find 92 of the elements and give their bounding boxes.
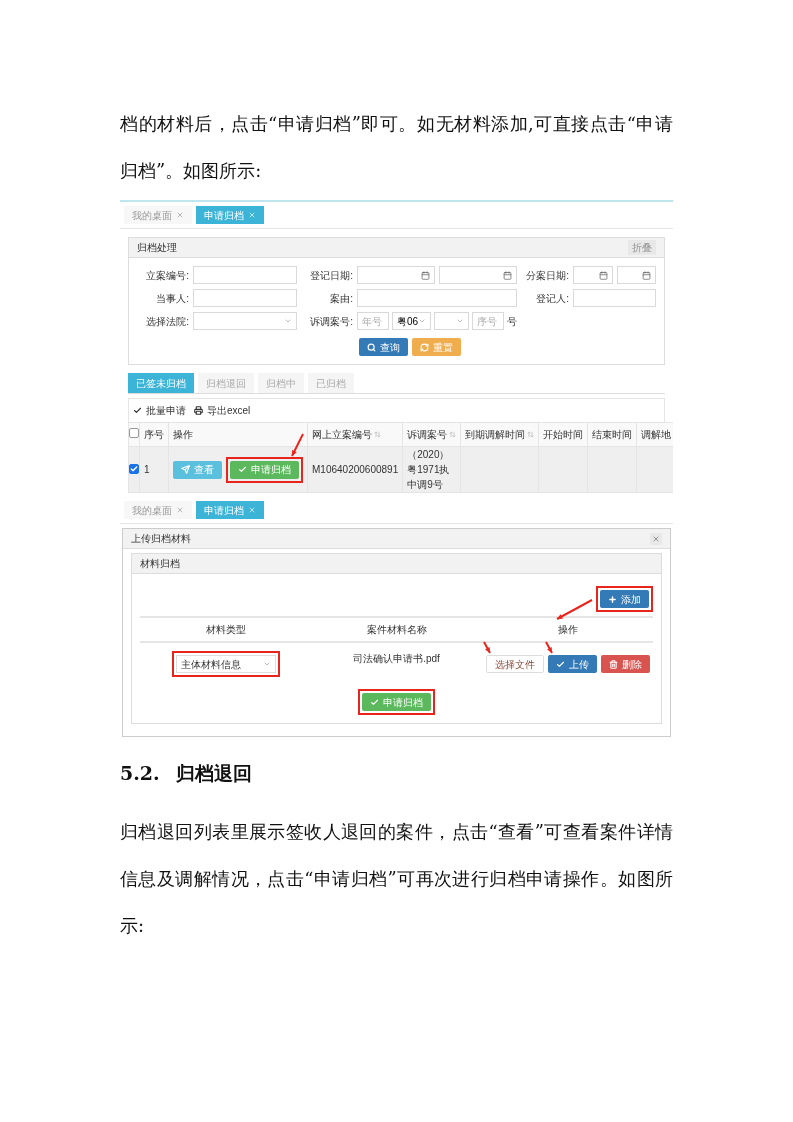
text-field[interactable]: 年号 — [357, 312, 389, 330]
dropdown-icon — [284, 317, 292, 325]
trash-icon — [608, 659, 618, 669]
dropdown-icon — [262, 660, 271, 668]
add-button[interactable]: 添加 — [600, 590, 649, 608]
column-header: 案件材料名称 — [365, 623, 428, 637]
section-title: 归档退回 — [175, 761, 252, 786]
collapse-button[interactable]: 折叠 — [628, 240, 656, 255]
sort-icon[interactable] — [374, 431, 381, 438]
text-field[interactable] — [357, 289, 517, 307]
printer-icon — [194, 406, 203, 415]
toolbar-button[interactable]: 批量申请 — [133, 403, 186, 418]
file-name: 司法确认申请书.pdf — [352, 652, 441, 666]
sort-icon[interactable] — [449, 431, 457, 438]
dropdown-icon — [456, 317, 464, 325]
field-label: 分案日期: — [525, 268, 569, 283]
field-suffix: 号 — [507, 314, 517, 329]
apply-button[interactable]: 申请归档 — [230, 460, 299, 479]
plus-icon — [608, 594, 617, 604]
sort-icon[interactable] — [527, 431, 535, 438]
check-icon — [238, 465, 247, 474]
annotation-arrow — [556, 599, 593, 620]
tab[interactable]: 我的桌面 — [124, 501, 192, 519]
calendar-icon — [503, 270, 512, 280]
field-label: 立案编号: — [145, 268, 189, 283]
choose-file-button[interactable]: 选择文件 — [485, 655, 544, 673]
select-field[interactable] — [193, 312, 297, 330]
paragraph: 归档退回列表里展示签收人退回的案件，点击“查看”可查看案件详情信息及调解情况，点击“申请归档”可再次进行归档申请操作。如图所示: — [120, 819, 673, 938]
select-field[interactable]: 主体材料信息 — [175, 655, 276, 673]
upload-button[interactable]: 上传 — [547, 655, 597, 673]
field-label: 案由: — [329, 291, 353, 306]
close-icon[interactable] — [176, 506, 184, 514]
column-header: 操作 — [168, 422, 308, 447]
search-icon — [367, 342, 376, 352]
status-tab[interactable]: 归档退回 — [198, 373, 254, 393]
date-field[interactable] — [616, 266, 656, 284]
dialog-title: 上传归档材料 — [131, 532, 191, 546]
field-label: 诉调案号: — [309, 314, 353, 329]
column-header: 材料类型 — [204, 623, 247, 637]
check-icon — [370, 697, 379, 707]
tab[interactable]: 申请归档 — [196, 206, 264, 224]
tab[interactable]: 我的桌面 — [124, 206, 192, 224]
column-header: 网上立案编号 — [307, 422, 403, 447]
select-field[interactable]: 粤06 — [392, 312, 432, 330]
table-cell: （2020）粤1971执中调9号 — [402, 446, 461, 493]
status-tab[interactable]: 已签未归档 — [128, 373, 194, 393]
date-field[interactable] — [357, 266, 435, 284]
panel-title: 归档处理 — [137, 241, 177, 255]
send-icon — [181, 465, 190, 474]
reset-button[interactable]: 重置 — [412, 338, 461, 356]
check-icon — [130, 465, 138, 473]
date-field[interactable] — [439, 266, 517, 284]
column-header: 操作 — [556, 623, 579, 637]
section-title: 材料归档 — [140, 557, 180, 571]
field-label: 当事人: — [155, 291, 189, 306]
status-tab[interactable]: 归档中 — [258, 373, 304, 393]
text-field[interactable]: 序号 — [472, 312, 504, 330]
check-icon — [555, 659, 565, 669]
delete-button[interactable]: 删除 — [600, 655, 650, 673]
column-header: 开始时间 — [538, 422, 588, 447]
calendar-icon — [642, 270, 651, 280]
text-field[interactable] — [193, 266, 297, 284]
field-label: 选择法院: — [145, 314, 189, 329]
check-icon — [133, 406, 142, 415]
text-field[interactable] — [573, 289, 656, 307]
select-field[interactable] — [434, 312, 469, 330]
date-field[interactable] — [573, 266, 613, 284]
column-header: 诉调案号 — [402, 422, 461, 447]
column-header: 结束时间 — [587, 422, 637, 447]
close-icon[interactable] — [176, 211, 184, 219]
calendar-icon — [421, 270, 430, 280]
search-button[interactable]: 查询 — [359, 338, 408, 356]
calendar-icon — [598, 270, 608, 280]
table-cell: M10640200600891 — [307, 446, 403, 493]
checkbox[interactable] — [129, 428, 139, 438]
text-field[interactable] — [193, 289, 297, 307]
field-label: 登记日期: — [309, 268, 353, 283]
section-number: 5.2. — [120, 761, 160, 786]
column-header: 调解地 — [636, 422, 673, 447]
tab[interactable]: 申请归档 — [196, 501, 264, 519]
view-button[interactable]: 查看 — [173, 460, 222, 479]
apply-button[interactable]: 申请归档 — [362, 693, 431, 711]
toolbar-button[interactable]: 导出excel — [194, 403, 251, 418]
checkbox[interactable] — [129, 464, 139, 474]
refresh-icon — [420, 342, 429, 352]
field-label: 登记人: — [535, 291, 569, 306]
status-tab[interactable]: 已归档 — [308, 373, 354, 393]
table-cell: 1 — [139, 446, 169, 493]
column-header: 到期调解时间 — [460, 422, 539, 447]
column-header: 序号 — [139, 422, 169, 447]
dropdown-icon — [418, 317, 427, 325]
paragraph: 档的材料后，点击“申请归档”即可。如无材料添加,可直接点击“申请归档”。如图所示: — [120, 112, 673, 183]
